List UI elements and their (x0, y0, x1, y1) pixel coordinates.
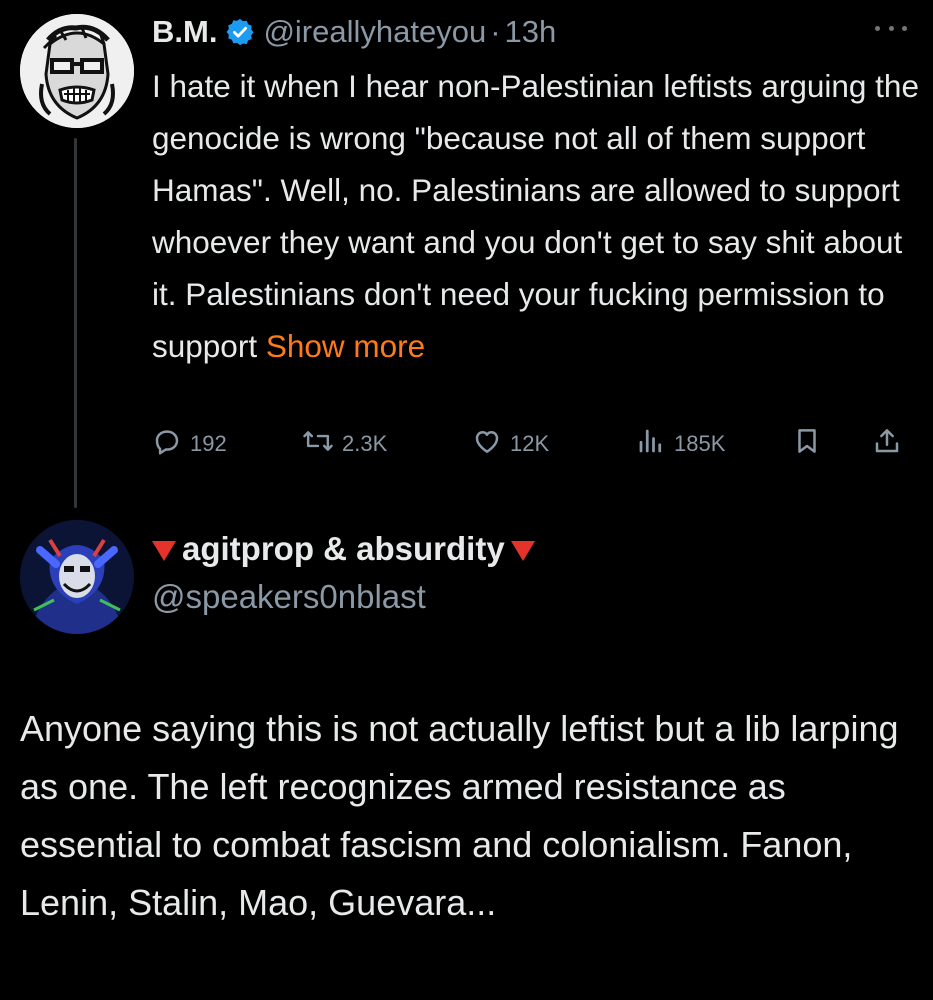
more-icon[interactable] (875, 18, 907, 38)
repost-count: 2.3K (342, 431, 388, 456)
bookmark-icon (792, 426, 830, 462)
reply-handle[interactable]: @speakers0nblast (152, 578, 426, 616)
reply-display-name[interactable]: agitprop & absurdity (182, 530, 505, 568)
show-more-link[interactable]: Show more (266, 328, 425, 364)
reply-icon (152, 426, 190, 462)
reply-count: 192 (190, 431, 227, 456)
tweet-actions-bar: 192 2.3K 12K 185K (152, 424, 912, 464)
repost-icon (302, 426, 342, 462)
repost-button[interactable]: 2.3K (302, 424, 387, 464)
bookmark-button[interactable] (792, 424, 830, 464)
reply-button[interactable]: 192 (152, 424, 227, 464)
author-handle[interactable]: @ireallyhateyou (263, 14, 486, 50)
tweet-body: I hate it when I hear non-Palestinian le… (152, 68, 919, 364)
tweet-text: I hate it when I hear non-Palestinian le… (152, 60, 922, 372)
reply-author-avatar[interactable] (20, 520, 134, 634)
views-icon (636, 426, 674, 462)
red-triangle-icon (152, 541, 176, 561)
separator-dot: · (490, 14, 501, 49)
author-display-name[interactable]: B.M. (152, 14, 217, 50)
tweet-header: B.M. @ireallyhateyou · 13h (152, 12, 556, 52)
verified-badge-icon (225, 17, 255, 47)
like-button[interactable]: 12K (472, 424, 549, 464)
share-button[interactable] (872, 424, 910, 464)
thread-connector-line (74, 138, 77, 508)
views-count: 185K (674, 431, 726, 456)
share-icon (872, 426, 910, 462)
like-count: 12K (510, 431, 550, 456)
like-icon (472, 426, 510, 462)
red-triangle-icon (510, 541, 535, 561)
views-button[interactable]: 185K (636, 424, 725, 464)
reply-header: agitprop & absurdity (152, 530, 535, 568)
tweet-timestamp[interactable]: 13h (505, 14, 557, 50)
author-avatar[interactable] (20, 14, 134, 128)
reply-text: Anyone saying this is not actually lefti… (20, 708, 899, 923)
